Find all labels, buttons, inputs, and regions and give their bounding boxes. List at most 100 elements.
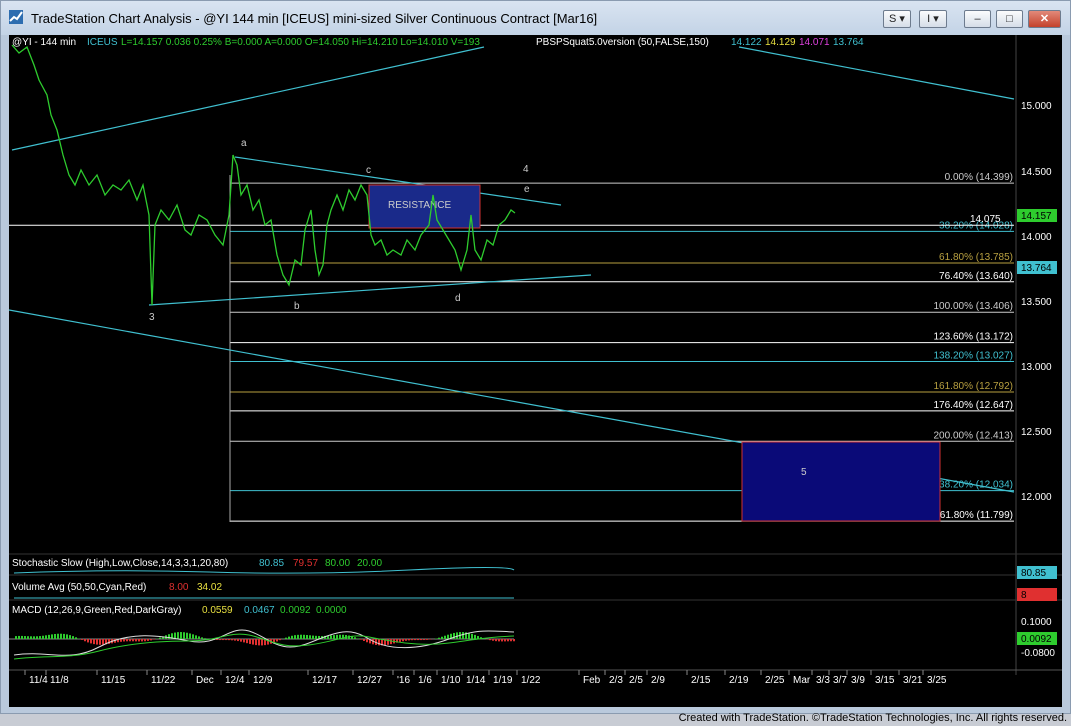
fib-label: 61.80% (13.785) bbox=[939, 252, 1013, 263]
maximize-button[interactable]: □ bbox=[996, 10, 1023, 28]
price-tick: 13.000 bbox=[1021, 362, 1052, 373]
fib-label: 76.40% (13.640) bbox=[939, 271, 1013, 282]
time-tick: 2/9 bbox=[651, 675, 665, 686]
macd-bar bbox=[129, 639, 131, 642]
time-tick: 3/25 bbox=[927, 675, 947, 686]
time-tick: 11/22 bbox=[151, 675, 176, 686]
close-button[interactable]: ✕ bbox=[1028, 10, 1061, 28]
macd-bar bbox=[228, 639, 230, 641]
macd-bar bbox=[429, 639, 431, 640]
macd-bar bbox=[408, 639, 410, 641]
fib-label: 261.80% (11.799) bbox=[934, 510, 1013, 521]
macd-bar bbox=[198, 636, 200, 639]
macd-bar bbox=[18, 635, 20, 639]
window-title: TradeStation Chart Analysis - @YI 144 mi… bbox=[31, 11, 598, 26]
time-tick: 1/14 bbox=[466, 675, 486, 686]
macd-bar bbox=[75, 637, 77, 639]
volume-badge-text: 8 bbox=[1021, 590, 1027, 601]
indicator-value-2: 14.129 bbox=[765, 37, 796, 48]
header-stats: L=14.157 0.036 0.25% B=0.000 A=0.000 O=1… bbox=[121, 37, 480, 48]
chart-canvas[interactable]: @YI - 144 min ICEUS L=14.157 0.036 0.25%… bbox=[9, 35, 1062, 707]
macd-bar bbox=[474, 634, 476, 639]
macd-bar bbox=[99, 639, 101, 645]
macd-bar bbox=[24, 636, 26, 639]
macd-bar bbox=[90, 639, 92, 644]
macd-bar bbox=[246, 639, 248, 644]
macd-tick-bottom: -0.0800 bbox=[1021, 648, 1055, 659]
macd-bar bbox=[330, 635, 332, 639]
macd-bar bbox=[219, 639, 221, 641]
macd-bar bbox=[204, 638, 206, 639]
macd-bar bbox=[231, 639, 233, 641]
price-tick: 15.000 bbox=[1021, 101, 1052, 112]
macd-bar bbox=[261, 639, 263, 646]
macd-label: MACD (12,26,9,Green,Red,DarkGray) bbox=[12, 605, 182, 616]
time-tick: Dec bbox=[196, 675, 214, 686]
last-price-text: 14.157 bbox=[1021, 211, 1052, 222]
macd-bar bbox=[159, 637, 161, 639]
time-tick: 2/25 bbox=[765, 675, 785, 686]
macd-bar bbox=[15, 636, 17, 639]
macd-bar bbox=[138, 639, 140, 642]
macd-bar bbox=[30, 636, 32, 639]
macd-bar bbox=[42, 635, 44, 639]
macd-bar bbox=[336, 634, 338, 639]
macd-bar bbox=[471, 633, 473, 639]
macd-bar bbox=[405, 639, 407, 641]
price-tick: 12.000 bbox=[1021, 492, 1052, 503]
s-menu-button[interactable]: S ▾ bbox=[883, 10, 911, 28]
macd-bar bbox=[249, 639, 251, 644]
time-tick: 3/3 bbox=[816, 675, 830, 686]
macd-bar bbox=[426, 639, 428, 640]
macd-bar bbox=[435, 638, 437, 639]
macd-bar bbox=[243, 639, 245, 643]
macd-bar bbox=[363, 639, 365, 641]
time-tick: 1/6 bbox=[418, 675, 432, 686]
header-indicator: PBSPSquat5.0version (50,FALSE,150) bbox=[536, 37, 709, 48]
macd-bar bbox=[48, 634, 50, 639]
macd-bar bbox=[360, 639, 362, 640]
macd-bar bbox=[285, 637, 287, 639]
time-tick: Feb bbox=[583, 675, 601, 686]
chart-area[interactable]: @YI - 144 min ICEUS L=14.157 0.036 0.25%… bbox=[9, 35, 1062, 707]
macd-bar bbox=[51, 634, 53, 639]
time-tick: 2/15 bbox=[691, 675, 711, 686]
time-tick: 12/4 bbox=[225, 675, 245, 686]
macd-value-4: 0.0000 bbox=[316, 605, 347, 616]
macd-bar bbox=[357, 638, 359, 639]
macd-bar bbox=[507, 639, 509, 642]
time-tick: 1/10 bbox=[441, 675, 461, 686]
target-zone[interactable] bbox=[741, 441, 941, 522]
macd-value-2: 0.0467 bbox=[244, 605, 275, 616]
macd-bar bbox=[27, 636, 29, 639]
header-symbol: @YI - 144 min bbox=[12, 37, 76, 48]
macd-bar bbox=[294, 635, 296, 639]
macd-bar bbox=[315, 635, 317, 639]
macd-bar bbox=[312, 635, 314, 639]
time-axis: 11/4 11/8 11/15 11/22 Dec 12/4 12/9 12/17 12/27 '… bbox=[24, 670, 947, 686]
macd-bar bbox=[201, 637, 203, 639]
macd-bar bbox=[402, 639, 404, 642]
i-menu-button[interactable]: I ▾ bbox=[919, 10, 947, 28]
wave-label-c: c bbox=[366, 165, 371, 176]
time-tick: 12/9 bbox=[253, 675, 273, 686]
time-tick: 3/7 bbox=[833, 675, 847, 686]
macd-bar bbox=[288, 636, 290, 639]
macd-bar bbox=[123, 639, 125, 642]
wave-label-3: 3 bbox=[149, 312, 155, 323]
macd-bar bbox=[423, 639, 425, 641]
macd-bar bbox=[87, 639, 89, 643]
minimize-button[interactable]: – bbox=[964, 10, 991, 28]
macd-bar bbox=[33, 636, 35, 639]
price-bars[interactable] bbox=[11, 44, 516, 306]
indicator-value-4: 13.764 bbox=[833, 37, 864, 48]
macd-bar bbox=[309, 635, 311, 639]
macd-bar bbox=[120, 639, 122, 642]
macd-bar bbox=[300, 634, 302, 639]
macd-bar bbox=[297, 634, 299, 639]
stochastic-badge-text: 80.85 bbox=[1021, 568, 1046, 579]
macd-bar bbox=[177, 632, 179, 639]
macd-bar bbox=[237, 639, 239, 642]
title-bar[interactable]: TradeStation Chart Analysis - @YI 144 mi… bbox=[1, 1, 1070, 35]
stochastic-value-1: 80.85 bbox=[259, 558, 284, 569]
